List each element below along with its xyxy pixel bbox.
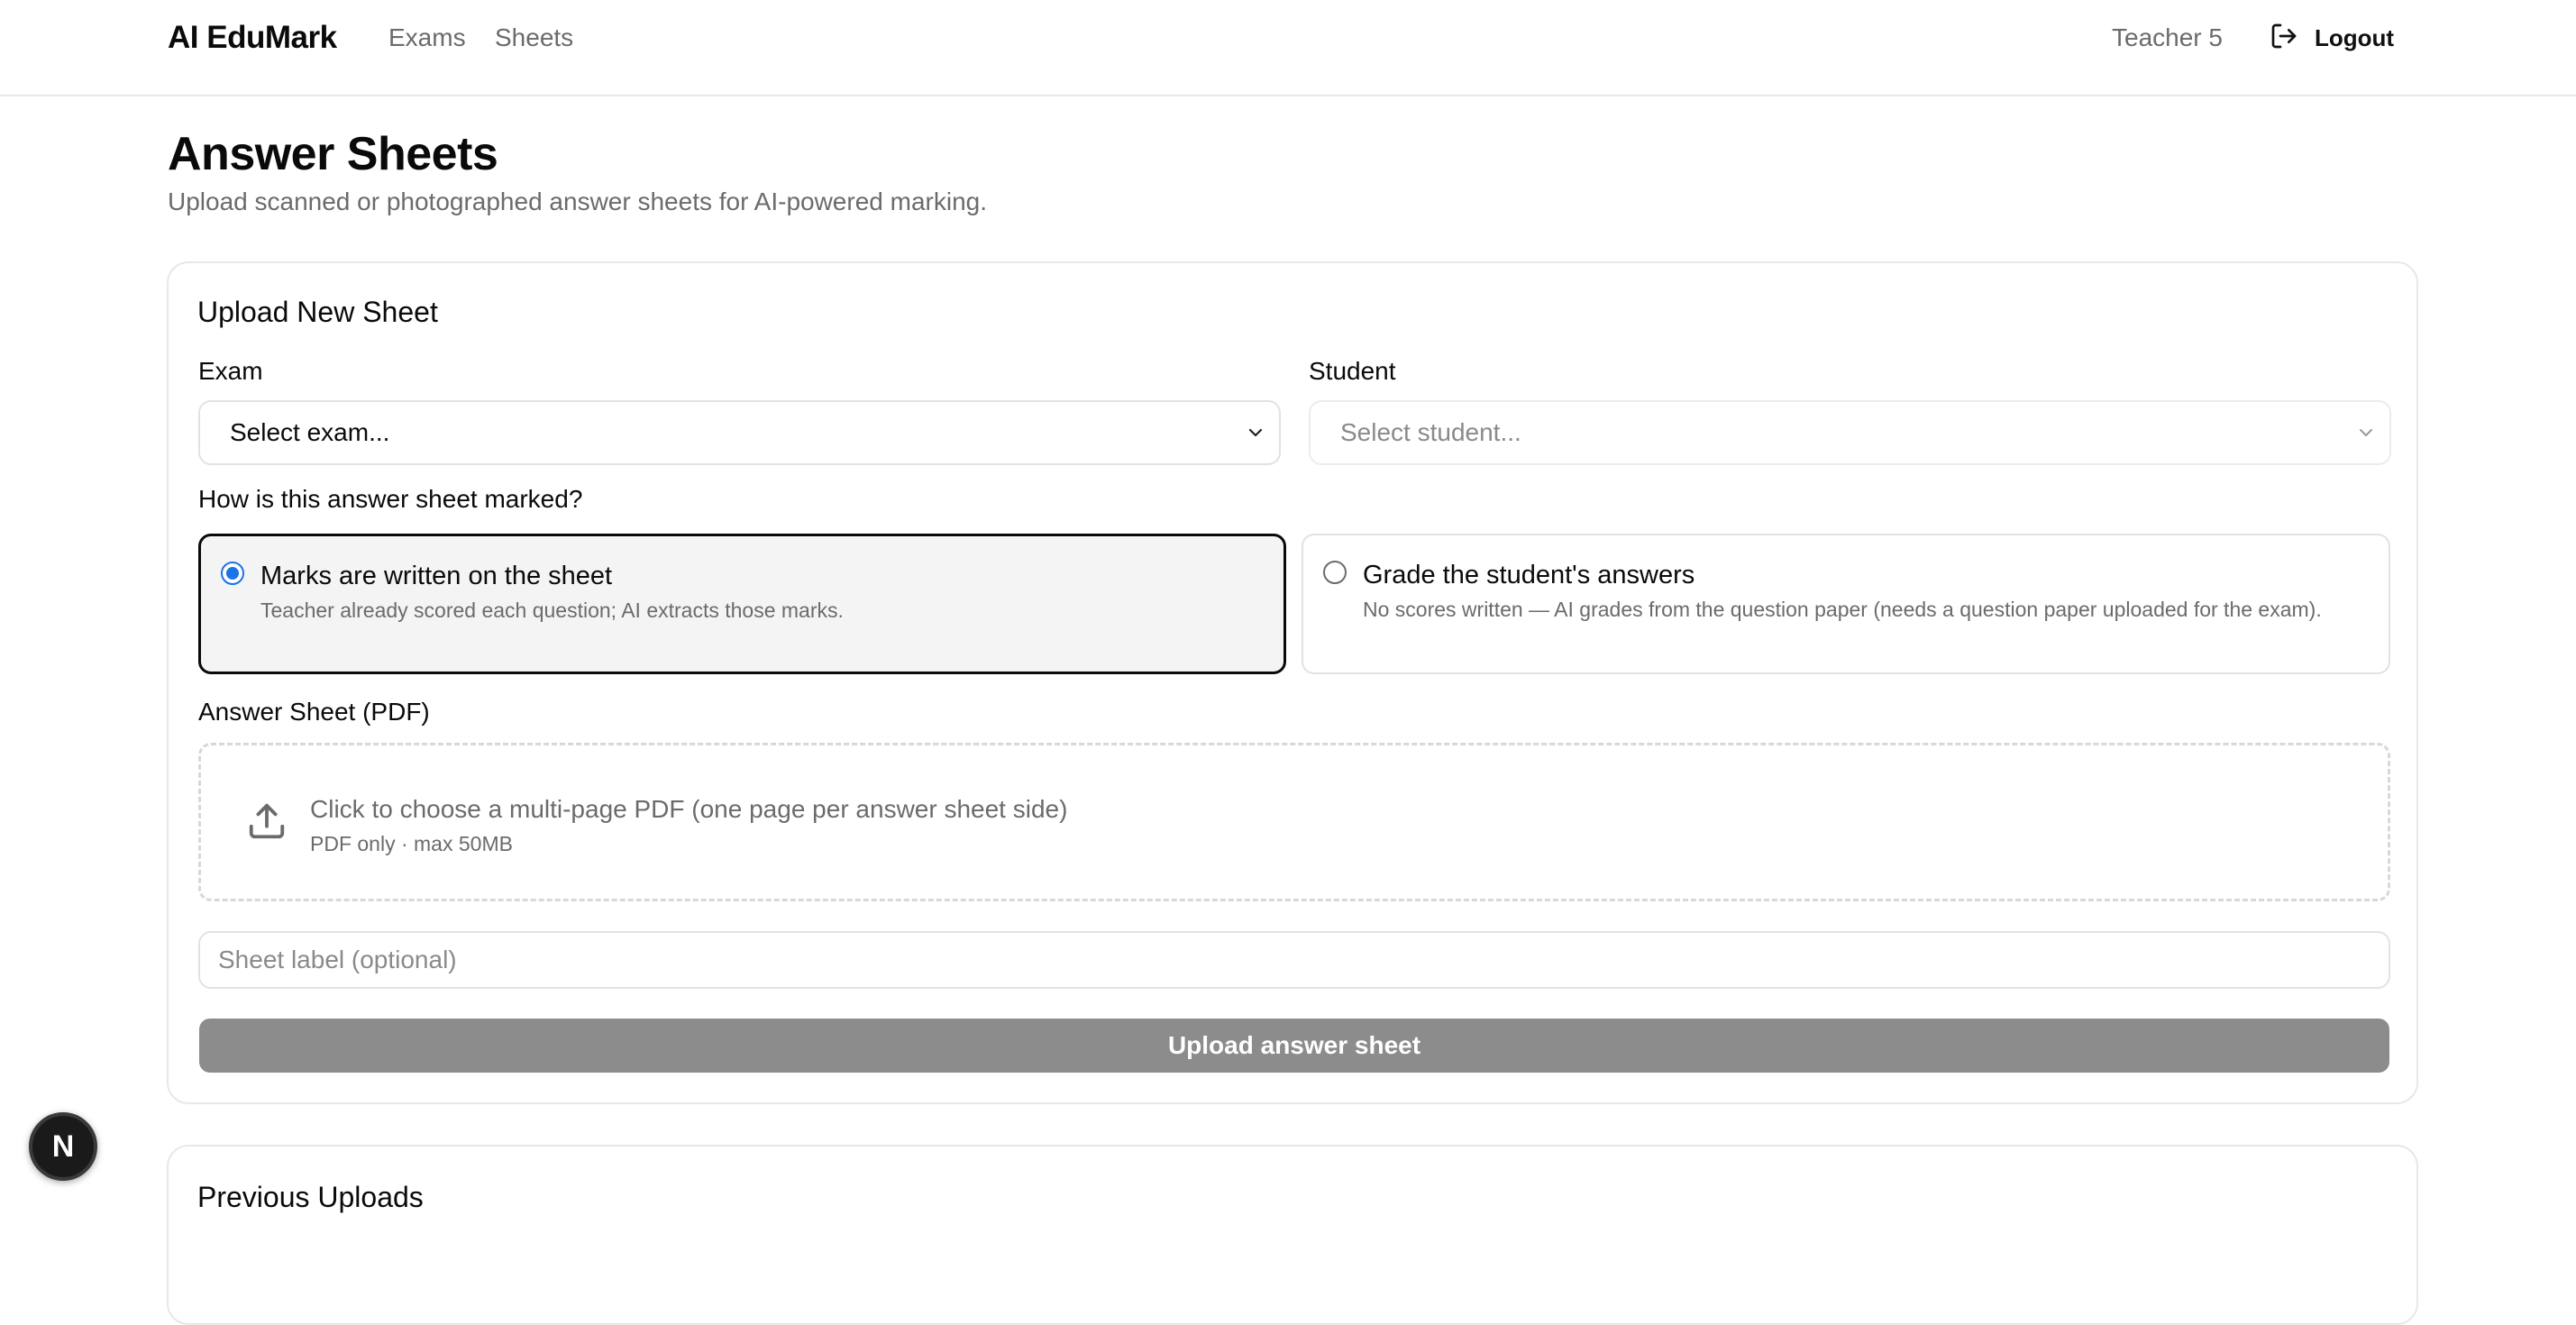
exam-select[interactable]: Select exam... (198, 400, 1281, 465)
dropzone-prompt: Click to choose a multi-page PDF (one pa… (310, 795, 1068, 823)
radio-button-unselected[interactable] (1323, 561, 1347, 584)
logout-button[interactable]: Logout (2270, 18, 2394, 58)
upload-answer-sheet-button[interactable]: Upload answer sheet (199, 1019, 2389, 1073)
page-title: Answer Sheets (168, 128, 498, 180)
dev-tools-badge[interactable]: N (29, 1112, 97, 1181)
exam-field-label: Exam (198, 357, 263, 385)
marking-mode-question: How is this answer sheet marked? (198, 485, 583, 513)
dev-badge-letter: N (51, 1129, 75, 1164)
nav-sheets-link[interactable]: Sheets (495, 20, 573, 56)
marking-option-grade-answers[interactable]: Grade the student's answers No scores wr… (1302, 534, 2390, 674)
upload-card-title: Upload New Sheet (197, 296, 438, 328)
student-select-value: Select student... (1340, 418, 1521, 446)
previous-uploads-card: Previous Uploads (167, 1145, 2418, 1325)
marking-option-marks-written[interactable]: Marks are written on the sheet Teacher a… (198, 534, 1286, 674)
marking-option-title: Marks are written on the sheet (260, 562, 613, 590)
answer-sheet-file-label: Answer Sheet (PDF) (198, 698, 430, 726)
exam-select-value: Select exam... (230, 418, 390, 446)
student-select[interactable]: Select student... (1309, 400, 2391, 465)
marking-option-description: Teacher already scored each question; AI… (260, 599, 844, 622)
top-nav-bar: AI EduMark Exams Sheets Teacher 5 Logout (0, 0, 2576, 96)
sheet-label-input[interactable] (198, 931, 2390, 989)
logout-label: Logout (2315, 23, 2395, 51)
dropzone-hint: PDF only · max 50MB (310, 832, 513, 855)
pdf-file-dropzone[interactable]: Click to choose a multi-page PDF (one pa… (198, 743, 2390, 901)
page-subtitle: Upload scanned or photographed answer sh… (168, 187, 987, 215)
logout-icon (2270, 22, 2298, 55)
current-user-name: Teacher 5 (2112, 23, 2223, 51)
chevron-down-icon (1248, 428, 1263, 437)
previous-uploads-title: Previous Uploads (197, 1181, 424, 1213)
chevron-down-icon (2360, 429, 2372, 436)
radio-button-selected[interactable] (221, 562, 244, 585)
student-field-label: Student (1309, 357, 1396, 385)
upload-icon (249, 803, 285, 839)
marking-option-description: No scores written — AI grades from the q… (1363, 598, 2322, 621)
upload-new-sheet-card: Upload New Sheet Exam Select exam... Stu… (167, 261, 2418, 1104)
marking-option-title: Grade the student's answers (1363, 561, 1695, 589)
nav-exams-link[interactable]: Exams (388, 20, 466, 56)
brand-logo[interactable]: AI EduMark (168, 18, 337, 58)
